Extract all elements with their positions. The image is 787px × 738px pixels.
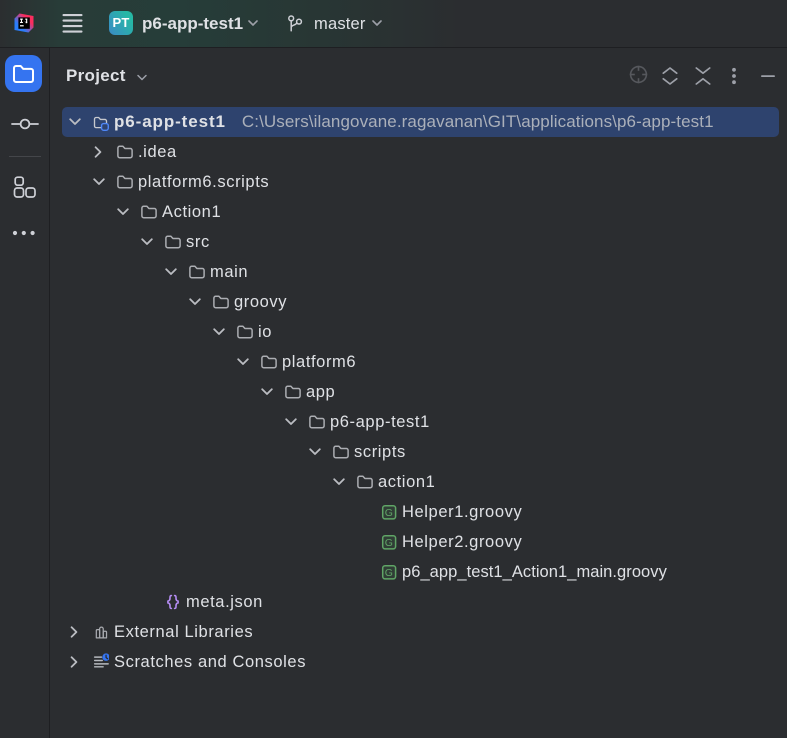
- svg-text:G: G: [385, 507, 394, 519]
- svg-text:G: G: [385, 567, 394, 579]
- svg-text:G: G: [385, 537, 394, 549]
